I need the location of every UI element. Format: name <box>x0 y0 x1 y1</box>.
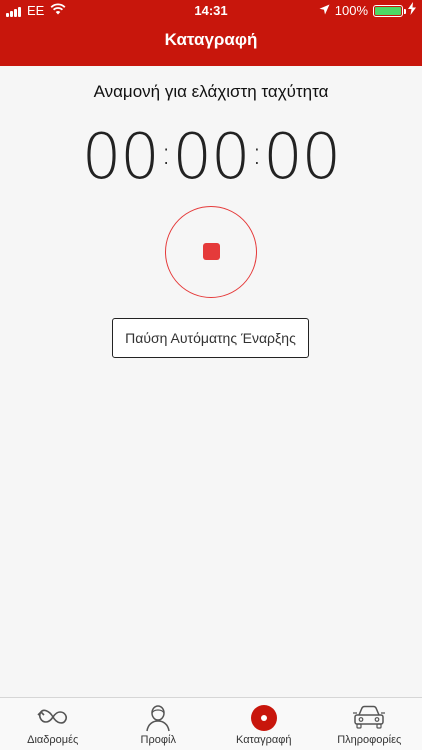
timer-seconds: 00 <box>263 120 341 193</box>
timer-hours: 00 <box>81 120 160 193</box>
charging-icon <box>408 0 416 22</box>
timer-separator: : <box>251 134 262 172</box>
page-title: Καταγραφή <box>164 30 258 49</box>
top-bar: EE 14:31 100% Καταγραφή <box>0 0 422 66</box>
status-right: 100% <box>319 0 416 22</box>
location-arrow-icon <box>319 0 330 22</box>
tab-info-label: Πληροφορίες <box>337 734 402 746</box>
tab-info[interactable]: Πληροφορίες <box>317 698 422 750</box>
tab-profile[interactable]: Προφίλ <box>106 698 212 750</box>
tab-bar: Διαδρομές Προφίλ Καταγραφή Πληροφορίες <box>0 697 422 750</box>
battery-percent: 100% <box>334 3 368 18</box>
battery-icon <box>373 5 406 17</box>
stop-icon <box>203 243 220 260</box>
tab-record-label: Καταγραφή <box>236 734 292 746</box>
tab-record[interactable]: Καταγραφή <box>211 698 317 750</box>
timer-separator: : <box>160 134 172 172</box>
stop-recording-button[interactable] <box>165 206 257 298</box>
tab-profile-label: Προφίλ <box>140 734 176 746</box>
pause-auto-start-button[interactable]: Παύση Αυτόματης Έναρξης <box>112 318 309 358</box>
tab-routes[interactable]: Διαδρομές <box>0 698 106 750</box>
car-icon <box>352 704 386 733</box>
profile-icon <box>145 704 171 735</box>
elapsed-timer: 00:00:00 <box>0 120 422 193</box>
timer-minutes: 00 <box>172 120 251 193</box>
status-bar: EE 14:31 100% <box>0 0 422 22</box>
record-icon <box>250 704 278 735</box>
routes-icon <box>35 704 71 733</box>
status-message: Αναμονή για ελάχιστη ταχύτητα <box>93 82 329 101</box>
tab-routes-label: Διαδρομές <box>27 734 79 746</box>
